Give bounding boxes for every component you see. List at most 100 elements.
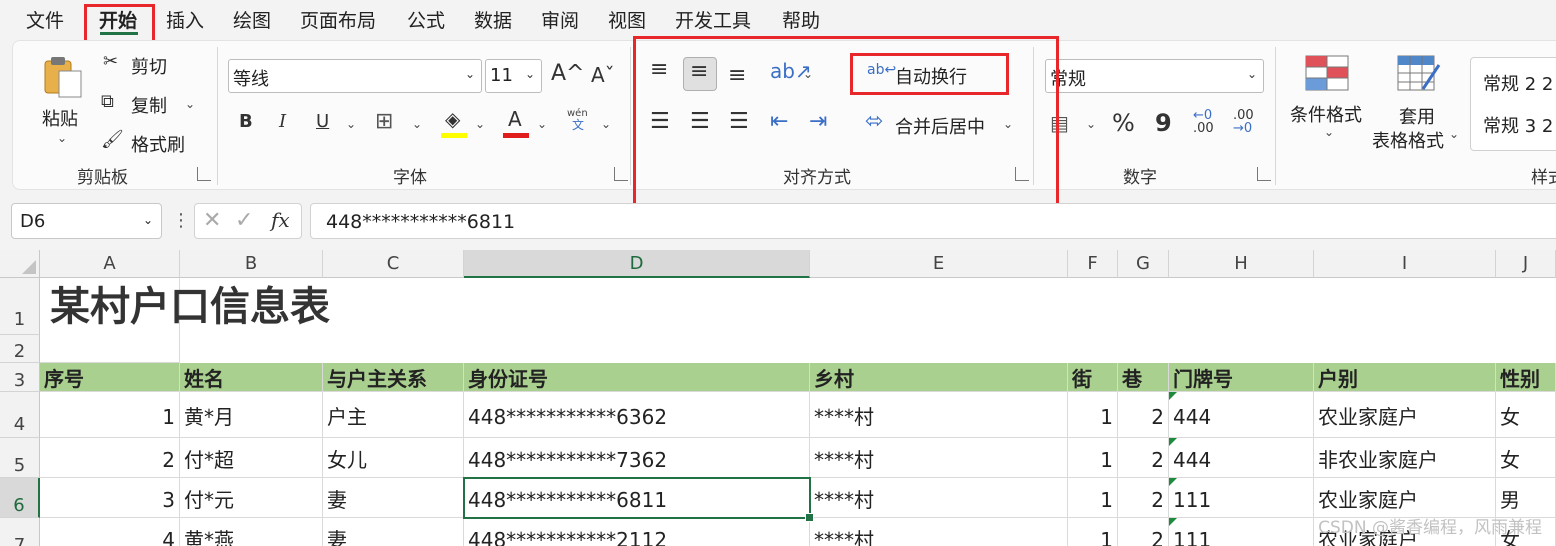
row-header-3[interactable]: 3 (0, 363, 40, 392)
paste-icon[interactable] (41, 55, 85, 99)
table-cell[interactable]: 2 (1118, 478, 1169, 518)
conditional-formatting-button[interactable]: 条件格式 (1290, 101, 1362, 127)
table-cell[interactable]: 农业家庭户 (1314, 478, 1496, 518)
table-cell[interactable]: 4 (40, 518, 180, 546)
table-cell[interactable]: 妻 (323, 518, 464, 546)
column-header-f[interactable]: F (1068, 250, 1118, 278)
table-cell[interactable]: ****村 (810, 438, 1068, 478)
table-cell[interactable]: 2 (1118, 438, 1169, 478)
cut-button[interactable]: 剪切 (131, 53, 167, 79)
table-cell[interactable]: 男 (1496, 478, 1556, 518)
table-cell[interactable]: 女 (1496, 392, 1556, 438)
table-cell[interactable]: ****村 (810, 518, 1068, 546)
accounting-chevron-icon[interactable]: ⌄ (1086, 117, 1096, 131)
format-painter-button[interactable]: 格式刷 (131, 131, 185, 157)
bold-button[interactable]: B (239, 113, 253, 131)
merge-center-chevron-icon[interactable]: ⌄ (1003, 117, 1013, 131)
italic-button[interactable]: I (279, 113, 286, 131)
align-left-icon[interactable]: ☰ (650, 111, 670, 133)
header-cell-e3[interactable]: 乡村 (810, 363, 1068, 392)
phonetic-guide-icon[interactable]: wén 文 (567, 109, 593, 132)
format-as-table-line1[interactable]: 套用 (1399, 103, 1435, 129)
table-cell[interactable]: 黄*燕 (180, 518, 323, 546)
column-header-b[interactable]: B (180, 250, 323, 278)
insert-function-icon[interactable]: fx (271, 208, 290, 232)
header-cell-b3[interactable]: 姓名 (180, 363, 323, 392)
increase-decimal-icon[interactable]: ←0 .00 (1193, 109, 1223, 135)
column-header-i[interactable]: I (1314, 250, 1496, 278)
menu-help[interactable]: 帮助 (782, 6, 820, 33)
format-as-table-button[interactable]: 表格格式 (1372, 127, 1444, 153)
menu-data[interactable]: 数据 (474, 6, 512, 33)
align-bottom-icon[interactable]: ≡ (728, 65, 746, 87)
underline-chevron-icon[interactable]: ⌄ (346, 117, 356, 131)
sheet-title[interactable]: 某村户口信息表 (46, 280, 446, 335)
row-header-7[interactable]: 7 (0, 518, 40, 546)
header-cell-f3[interactable]: 街 (1068, 363, 1118, 392)
table-cell[interactable]: 2 (40, 438, 180, 478)
cell-styles-gallery[interactable]: 常规 2 2 常规 3 2 (1470, 57, 1556, 151)
borders-icon[interactable]: ⊞ (375, 111, 393, 133)
underline-button[interactable]: U (316, 113, 329, 131)
table-cell[interactable]: 付*元 (180, 478, 323, 518)
header-cell-j3[interactable]: 性别 (1496, 363, 1556, 392)
menu-formulas[interactable]: 公式 (407, 6, 445, 33)
column-header-g[interactable]: G (1118, 250, 1169, 278)
copy-chevron-icon[interactable]: ⌄ (185, 97, 195, 111)
table-cell[interactable]: 女 (1496, 438, 1556, 478)
decrease-decimal-icon[interactable]: .00 →0 (1233, 109, 1263, 135)
column-header-j[interactable]: J (1496, 250, 1556, 278)
copy-button[interactable]: 复制 (131, 92, 167, 118)
merge-center-button[interactable]: 合并后居中 (895, 113, 985, 139)
table-cell[interactable]: 3 (40, 478, 180, 518)
comma-style-icon[interactable]: 9 (1155, 111, 1172, 135)
column-header-h[interactable]: H (1169, 250, 1314, 278)
table-cell[interactable]: 1 (1068, 518, 1118, 546)
row-header-1[interactable]: 1 (0, 278, 40, 335)
cancel-icon[interactable]: ✕ (203, 208, 221, 233)
active-cell-d6[interactable]: 448***********6811 (464, 478, 810, 518)
row-header-6[interactable]: 6 (0, 478, 40, 518)
formula-input[interactable]: 448***********6811 (310, 203, 1556, 239)
menu-file[interactable]: 文件 (26, 6, 64, 33)
increase-indent-icon[interactable]: ⇥ (809, 111, 827, 133)
wrap-text-button[interactable]: 自动换行 (895, 63, 967, 89)
table-cell[interactable]: 444 (1169, 392, 1314, 438)
align-top-icon[interactable]: ≡ (650, 59, 668, 81)
table-cell[interactable]: 付*超 (180, 438, 323, 478)
conditional-formatting-chevron-icon[interactable]: ⌄ (1324, 125, 1334, 139)
menu-review[interactable]: 审阅 (541, 6, 579, 33)
clipboard-launcher-icon[interactable] (197, 167, 211, 181)
table-cell[interactable]: 黄*月 (180, 392, 323, 438)
menu-developer[interactable]: 开发工具 (675, 6, 751, 33)
font-launcher-icon[interactable] (614, 167, 628, 181)
column-header-a[interactable]: A (40, 250, 180, 278)
number-format-select[interactable]: 常规 ⌄ (1045, 59, 1264, 93)
row-header-2[interactable]: 2 (0, 335, 40, 363)
menu-insert[interactable]: 插入 (166, 6, 204, 33)
percent-style-icon[interactable]: % (1112, 111, 1135, 135)
font-color-chevron-icon[interactable]: ⌄ (537, 117, 547, 131)
table-cell[interactable]: 2 (1118, 392, 1169, 438)
font-name-select[interactable]: 等线 ⌄ (228, 59, 482, 93)
format-as-table-icon[interactable] (1397, 55, 1441, 93)
select-all-corner[interactable] (0, 250, 40, 278)
decrease-indent-icon[interactable]: ⇤ (770, 111, 788, 133)
table-cell[interactable]: 户主 (323, 392, 464, 438)
header-cell-g3[interactable]: 巷 (1118, 363, 1169, 392)
borders-chevron-icon[interactable]: ⌄ (412, 117, 422, 131)
table-cell[interactable]: ****村 (810, 478, 1068, 518)
table-cell[interactable]: 1 (1068, 438, 1118, 478)
table-cell[interactable]: 111 (1169, 518, 1314, 546)
table-cell[interactable]: 448***********7362 (464, 438, 810, 478)
menu-draw[interactable]: 绘图 (233, 6, 271, 33)
menu-page-layout[interactable]: 页面布局 (300, 6, 376, 33)
align-right-icon[interactable]: ☰ (729, 111, 749, 133)
fill-color-icon[interactable]: ◈ (441, 109, 467, 139)
cell-style-normal-3-2[interactable]: 常规 3 2 (1483, 112, 1553, 138)
font-size-select[interactable]: 11 ⌄ (485, 59, 542, 93)
column-header-e[interactable]: E (810, 250, 1068, 278)
table-cell[interactable]: 非农业家庭户 (1314, 438, 1496, 478)
header-cell-d3[interactable]: 身份证号 (464, 363, 810, 392)
row-header-4[interactable]: 4 (0, 392, 40, 438)
